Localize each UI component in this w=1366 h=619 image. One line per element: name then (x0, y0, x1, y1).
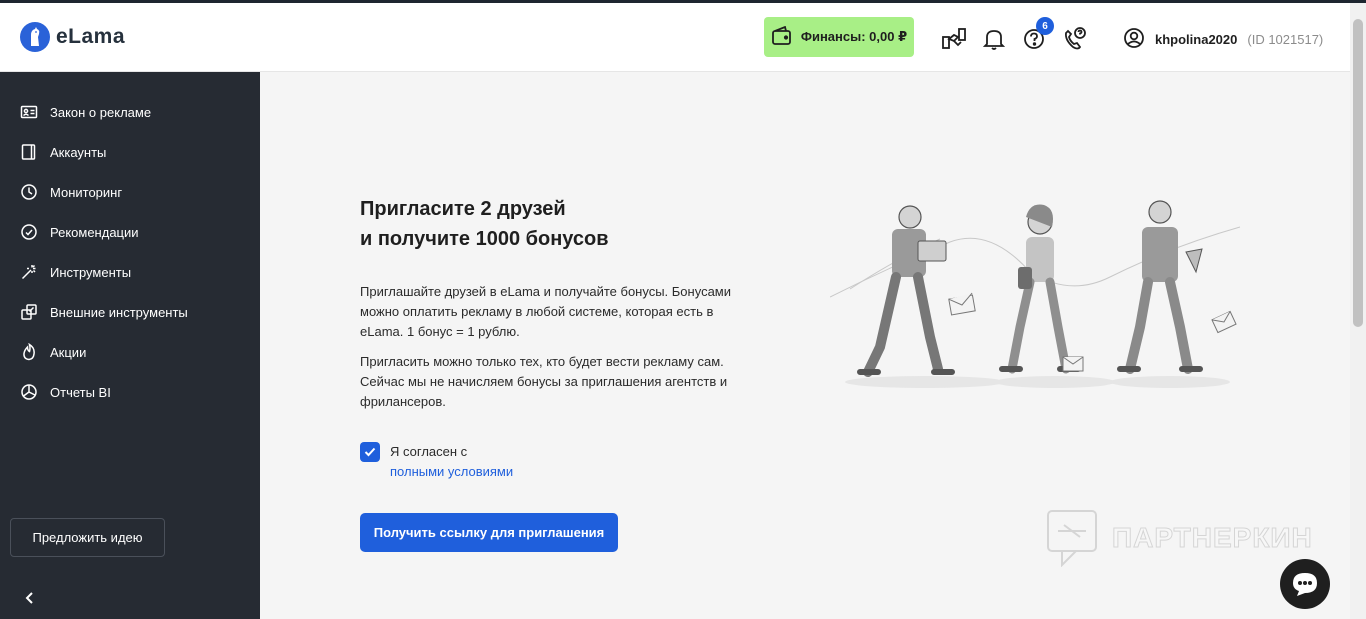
user-icon (1123, 27, 1145, 52)
sidebar-item-label: Мониторинг (50, 184, 123, 200)
sidebar-item-external-tools[interactable]: Внешние инструменты (20, 300, 188, 324)
sidebar-item-label: Инструменты (50, 264, 132, 280)
wallet-icon (771, 25, 793, 49)
user-menu[interactable]: khpolina2020 (ID 1021517) (1123, 27, 1323, 52)
clock-icon (21, 184, 37, 200)
chart-pie-icon (21, 384, 37, 400)
user-id: (ID 1021517) (1247, 32, 1324, 47)
sidebar-item-label: Закон о рекламе (50, 104, 152, 120)
logo-text: eLama (56, 25, 126, 48)
external-icon (21, 304, 37, 320)
id-card-icon (20, 105, 38, 119)
chat-widget-button[interactable] (1280, 559, 1330, 609)
agree-checkbox[interactable] (360, 442, 380, 462)
checkmark-icon (364, 447, 376, 457)
title-line-1: Пригласите 2 друзей (360, 198, 566, 220)
get-invite-link-button[interactable]: Получить ссылку для приглашения (360, 513, 618, 552)
person-with-ice-cream (1117, 200, 1203, 374)
sidebar-item-ad-law[interactable]: Закон о рекламе (20, 100, 151, 124)
sidebar-item-label: Рекомендации (50, 224, 139, 240)
sidebar-item-bi-reports[interactable]: Отчеты BI (20, 380, 111, 404)
title-line-2: и получите 1000 бонусов (360, 228, 609, 250)
chevron-left-icon[interactable] (20, 588, 40, 608)
sidebar-item-label: Внешние инструменты (50, 304, 188, 320)
sidebar-item-label: Акции (50, 344, 87, 360)
suggest-idea-button[interactable]: Предложить идею (10, 518, 165, 557)
scrollbar-thumb[interactable] (1353, 19, 1363, 327)
person-on-phone (999, 204, 1081, 374)
sidebar-item-tools[interactable]: Инструменты (20, 260, 131, 284)
watermark-logo-icon (1047, 510, 1097, 567)
check-circle-icon (21, 224, 37, 240)
friends-illustration (830, 200, 1241, 388)
help-badge: 6 (1036, 17, 1054, 35)
person-with-laptop (857, 205, 955, 377)
agree-label: Я согласен с (390, 444, 468, 459)
main-content: Пригласите 2 друзей и получите 1000 бону… (260, 72, 1350, 619)
partnerkin-watermark: ПАРТНЕРКИН (1046, 509, 1313, 567)
sidebar-item-accounts[interactable]: Аккаунты (20, 140, 106, 164)
fire-icon (23, 343, 35, 361)
finance-label: Финансы: 0,00 ₽ (800, 29, 908, 44)
sidebar-item-label: Аккаунты (50, 144, 107, 160)
sidebar-item-monitoring[interactable]: Мониторинг (20, 180, 122, 204)
sidebar-item-label: Отчеты BI (50, 384, 111, 400)
finance-button[interactable]: Финансы: 0,00 ₽ (764, 17, 914, 57)
sidebar: Закон о рекламе Аккаунты Мониторинг Реко… (0, 72, 260, 619)
description-paragraph-1: Приглашайте друзей в eLama и получайте б… (360, 284, 732, 339)
book-icon (21, 144, 36, 160)
page-title: Пригласите 2 друзей и получите 1000 бону… (360, 194, 680, 254)
terms-link[interactable]: полными условиями (390, 462, 513, 482)
handshake-icon[interactable] (940, 25, 968, 53)
sidebar-item-promotions[interactable]: Акции (20, 340, 86, 364)
page-scrollbar[interactable] (1350, 3, 1366, 619)
description-paragraph-2: Пригласить можно только тех, кто будет в… (360, 354, 728, 409)
sidebar-item-recommendations[interactable]: Рекомендации (20, 220, 139, 244)
bell-icon[interactable] (980, 25, 1008, 53)
phone-icon[interactable] (1060, 25, 1088, 53)
chat-bubble-icon (1293, 573, 1317, 596)
llama-logo-icon (20, 22, 50, 52)
top-header: eLama Финансы: 0,00 ₽ 6 khpolina2020 (ID… (0, 3, 1350, 72)
magic-wand-icon (21, 264, 36, 280)
elama-logo[interactable]: eLama (20, 22, 125, 52)
username: khpolina2020 (1155, 32, 1238, 47)
watermark-text: ПАРТНЕРКИН (1112, 522, 1313, 554)
